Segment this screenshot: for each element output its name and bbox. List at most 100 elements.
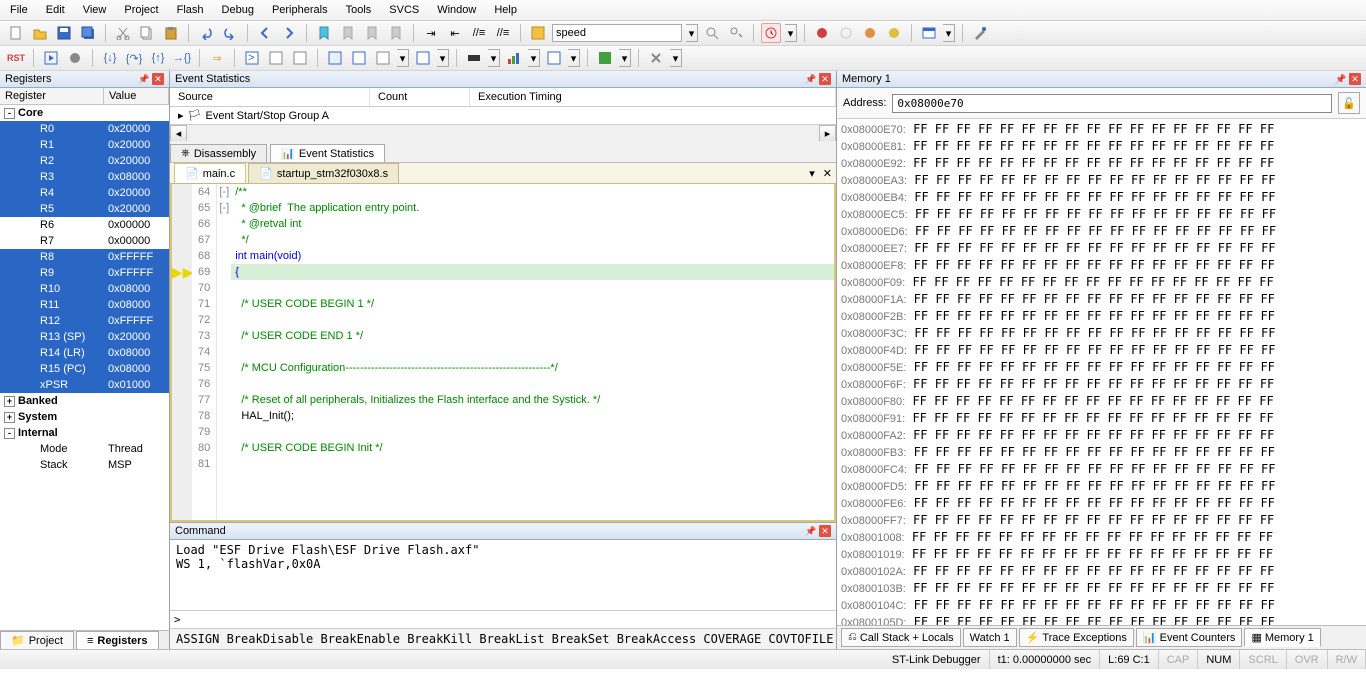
code-editor[interactable]: ▶▶ 646566676869707172737475767778798081 … [170, 184, 836, 522]
save-all-icon[interactable] [78, 23, 98, 43]
run-icon[interactable] [41, 48, 61, 68]
reset-icon[interactable]: RST [6, 48, 26, 68]
search-dropdown-icon[interactable]: ▾ [686, 24, 698, 42]
symbols-window-icon[interactable] [290, 48, 310, 68]
serial-dropdown-icon[interactable]: ▾ [488, 49, 500, 67]
redo-icon[interactable] [220, 23, 240, 43]
col-count[interactable]: Count [370, 88, 470, 106]
register-row[interactable]: R100x08000 [0, 281, 169, 297]
debug-dropdown-icon[interactable]: ▾ [785, 24, 797, 42]
toolbox-dropdown-icon[interactable]: ▾ [670, 49, 682, 67]
tab-callstack[interactable]: ⎌Call Stack + Locals [841, 628, 961, 647]
pin-icon[interactable]: 📌 [138, 73, 150, 85]
serial-window-icon[interactable] [464, 48, 484, 68]
watch-window-icon[interactable] [373, 48, 393, 68]
register-row[interactable]: R90xFFFFF [0, 265, 169, 281]
outdent-icon[interactable]: ⇤ [445, 23, 465, 43]
close-icon[interactable]: ✕ [152, 73, 164, 85]
close-icon[interactable]: ✕ [1349, 73, 1361, 85]
paste-icon[interactable] [161, 23, 181, 43]
register-row[interactable]: R30x08000 [0, 169, 169, 185]
tab-dropdown-icon[interactable]: ▾ [809, 167, 815, 180]
configure-icon[interactable] [970, 23, 990, 43]
menu-help[interactable]: Help [494, 4, 517, 16]
step-over-icon[interactable]: {↷} [124, 48, 144, 68]
file-tab-startup[interactable]: 📄startup_stm32f030x8.s [248, 163, 399, 183]
register-row[interactable]: R20x20000 [0, 153, 169, 169]
search-input[interactable] [552, 24, 682, 42]
menu-edit[interactable]: Edit [46, 4, 65, 16]
tab-disassembly[interactable]: ⎈Disassembly [170, 144, 267, 162]
menu-project[interactable]: Project [124, 4, 158, 16]
toolbox-icon[interactable] [646, 48, 666, 68]
register-row[interactable]: R80xFFFFF [0, 249, 169, 265]
indent-icon[interactable]: ⇥ [421, 23, 441, 43]
stop-icon[interactable] [65, 48, 85, 68]
command-input[interactable] [181, 613, 832, 626]
register-row[interactable]: R60x00000 [0, 217, 169, 233]
nav-forward-icon[interactable] [279, 23, 299, 43]
register-row[interactable]: R13 (SP)0x20000 [0, 329, 169, 345]
undo-icon[interactable] [196, 23, 216, 43]
breakpoint-enable-icon[interactable] [860, 23, 880, 43]
pin-icon[interactable]: 📌 [805, 525, 817, 537]
breakpoint-kill-icon[interactable] [884, 23, 904, 43]
step-into-icon[interactable]: {↓} [100, 48, 120, 68]
register-row[interactable]: R00x20000 [0, 121, 169, 137]
bookmark-clear-icon[interactable] [386, 23, 406, 43]
register-row[interactable]: R10x20000 [0, 137, 169, 153]
register-row[interactable]: R70x00000 [0, 233, 169, 249]
open-file-icon[interactable] [30, 23, 50, 43]
menu-file[interactable]: File [10, 4, 28, 16]
tab-registers[interactable]: ≡Registers [76, 631, 159, 649]
analysis-window-icon[interactable] [504, 48, 524, 68]
close-icon[interactable]: ✕ [819, 525, 831, 537]
tab-project[interactable]: 📁Project [0, 631, 74, 649]
lock-icon[interactable]: 🔓 [1338, 92, 1360, 114]
trace-window-icon[interactable] [544, 48, 564, 68]
pin-icon[interactable]: 📌 [1335, 73, 1347, 85]
debug-icon[interactable] [761, 23, 781, 43]
tab-memory1[interactable]: ▦Memory 1 [1244, 628, 1320, 647]
save-icon[interactable] [54, 23, 74, 43]
trace-dropdown-icon[interactable]: ▾ [568, 49, 580, 67]
menu-window[interactable]: Window [437, 4, 476, 16]
comment-icon[interactable]: //≡ [469, 23, 489, 43]
bookmark-next-icon[interactable] [362, 23, 382, 43]
registers-window-icon[interactable] [325, 48, 345, 68]
register-row[interactable]: StackMSP [0, 457, 169, 473]
system-dropdown-icon[interactable]: ▾ [619, 49, 631, 67]
pin-icon[interactable]: 📌 [805, 73, 817, 85]
breakpoint-disable-icon[interactable] [836, 23, 856, 43]
address-input[interactable] [892, 94, 1332, 113]
register-col-header[interactable]: Register [0, 88, 104, 104]
register-row[interactable]: R40x20000 [0, 185, 169, 201]
memory-window-icon[interactable] [413, 48, 433, 68]
col-timing[interactable]: Execution Timing [470, 88, 836, 106]
expand-icon[interactable]: ▸ [178, 109, 184, 122]
close-tab-icon[interactable]: ✕ [823, 167, 832, 180]
register-row[interactable]: R15 (PC)0x08000 [0, 361, 169, 377]
command-suggestions[interactable]: ASSIGN BreakDisable BreakEnable BreakKil… [170, 628, 836, 649]
step-out-icon[interactable]: {↑} [148, 48, 168, 68]
cut-icon[interactable] [113, 23, 133, 43]
registers-tree[interactable]: -CoreR00x20000R10x20000R20x20000R30x0800… [0, 105, 169, 630]
event-hscrollbar[interactable]: ◂ ▸ [170, 124, 836, 141]
system-viewer-icon[interactable] [595, 48, 615, 68]
register-row[interactable]: ModeThread [0, 441, 169, 457]
bookmark-icon[interactable] [314, 23, 334, 43]
register-row[interactable]: R110x08000 [0, 297, 169, 313]
memory-dump[interactable]: 0x08000E70: FF FF FF FF FF FF FF FF FF F… [837, 119, 1366, 625]
analysis-dropdown-icon[interactable]: ▾ [528, 49, 540, 67]
find-next-icon[interactable] [726, 23, 746, 43]
callstack-window-icon[interactable] [349, 48, 369, 68]
memory-dropdown-icon[interactable]: ▾ [437, 49, 449, 67]
menu-tools[interactable]: Tools [346, 4, 372, 16]
col-source[interactable]: Source [170, 88, 370, 106]
tab-event-counters[interactable]: 📊Event Counters [1136, 628, 1243, 647]
find-in-files-icon[interactable] [528, 23, 548, 43]
menu-view[interactable]: View [83, 4, 107, 16]
scroll-left-icon[interactable]: ◂ [170, 125, 187, 142]
register-row[interactable]: R50x20000 [0, 201, 169, 217]
bookmark-prev-icon[interactable] [338, 23, 358, 43]
